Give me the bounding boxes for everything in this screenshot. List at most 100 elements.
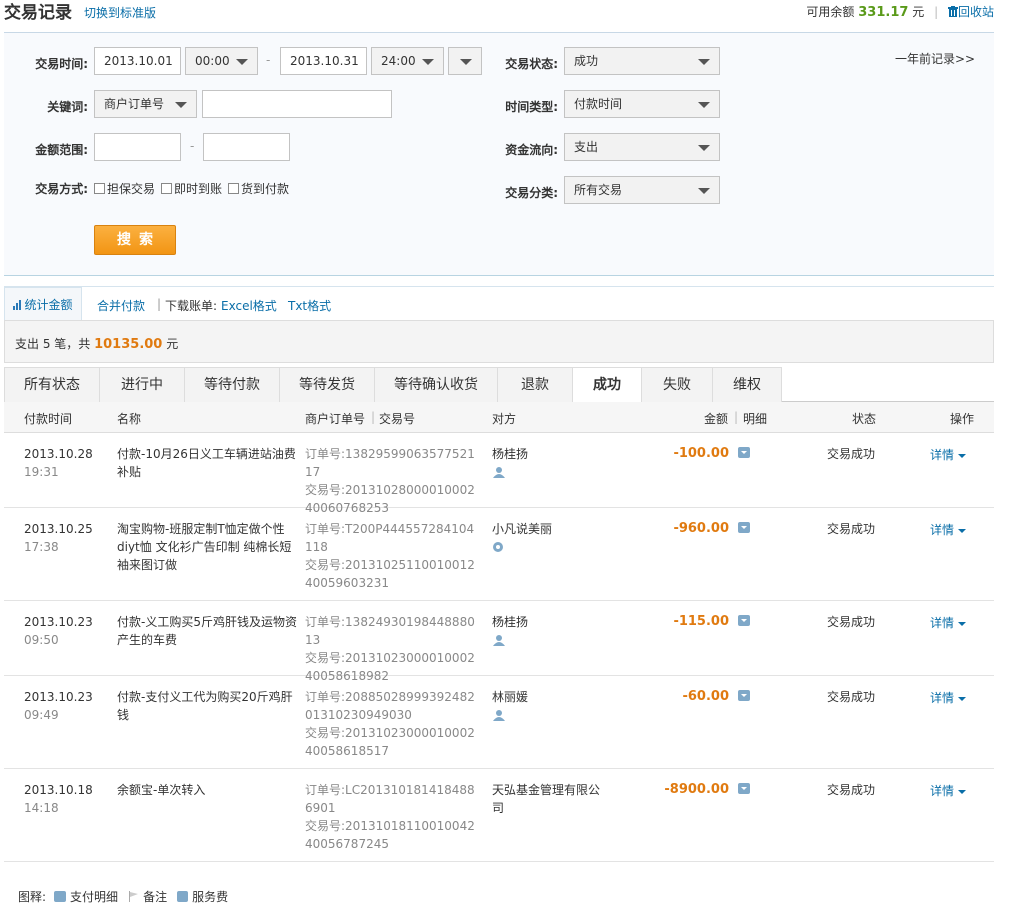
row-order-info: 订单号:T200P444557284104118 交易号:201310251100… bbox=[305, 520, 481, 592]
method-cod-label: 货到付款 bbox=[241, 182, 290, 196]
method-instant-checkbox[interactable]: 即时到账 bbox=[161, 180, 222, 197]
trade-time-label: 交易时间: bbox=[35, 57, 88, 71]
history-records-link[interactable]: 一年前记录>> bbox=[895, 50, 975, 67]
row-order-no: 订单号:LC2013101814184886901 bbox=[305, 783, 475, 815]
row-order-no: 订单号:2088502899939248201310230949030 bbox=[305, 690, 475, 722]
payment-detail-icon[interactable] bbox=[738, 690, 750, 701]
payment-detail-icon[interactable] bbox=[738, 447, 750, 458]
chevron-down-icon bbox=[236, 59, 248, 65]
row-date: 2013.10.18 14:18 bbox=[24, 781, 93, 817]
row-status: 交易成功 bbox=[827, 447, 876, 461]
row-amount: -8900.00 bbox=[664, 782, 729, 797]
row-detail-menu[interactable]: 详情 bbox=[930, 446, 966, 464]
tab-waiting-shipment[interactable]: 等待发货 bbox=[279, 367, 375, 402]
legend-detail-label: 支付明细 bbox=[70, 890, 119, 904]
start-time-select[interactable]: 00:00 bbox=[185, 47, 258, 75]
trade-category-select[interactable]: 所有交易 bbox=[564, 176, 720, 204]
tab-success[interactable]: 成功 bbox=[572, 367, 642, 403]
row-date: 2013.10.23 09:49 bbox=[24, 688, 93, 724]
tab-waiting-receipt[interactable]: 等待确认收货 bbox=[374, 367, 498, 402]
summary-prefix: 支出 5 笔，共 bbox=[15, 337, 91, 351]
amount-range-dash: - bbox=[190, 139, 195, 153]
payment-detail-icon[interactable] bbox=[738, 783, 750, 794]
fund-flow-select[interactable]: 支出 bbox=[564, 133, 720, 161]
keyword-input[interactable] bbox=[202, 90, 392, 118]
col-operation: 操作 bbox=[950, 412, 975, 426]
payment-detail-icon[interactable] bbox=[738, 615, 750, 626]
end-time-select[interactable]: 24:00 bbox=[371, 47, 444, 75]
recycle-bin-link[interactable]: 回收站 bbox=[947, 3, 994, 20]
row-detail-menu[interactable]: 详情 bbox=[930, 689, 966, 707]
table-row: 2013.10.18 14:18 余额宝-单次转入 订单号:LC201310181… bbox=[4, 769, 994, 862]
row-party-name: 杨桂扬 bbox=[492, 615, 529, 629]
row-party: 杨桂扬 bbox=[492, 445, 607, 478]
row-date: 2013.10.23 09:50 bbox=[24, 613, 93, 649]
chevron-down-icon bbox=[422, 59, 434, 65]
checkbox-box bbox=[161, 183, 172, 194]
row-name: 付款-义工购买5斤鸡肝钱及运物资产生的车费 bbox=[117, 615, 297, 647]
row-status: 交易成功 bbox=[827, 615, 876, 629]
amount-min-input[interactable] bbox=[94, 133, 181, 161]
trade-status-select[interactable]: 成功 bbox=[564, 47, 720, 75]
col-status: 状态 bbox=[852, 412, 877, 426]
merge-pay-link[interactable]: 合并付款 bbox=[97, 297, 145, 314]
table-row: 2013.10.25 17:38 淘宝购物-班服定制T恤定做个性diyt恤 文化衫… bbox=[4, 508, 994, 601]
col-party: 对方 bbox=[492, 412, 517, 426]
row-amount: -100.00 bbox=[673, 446, 729, 461]
col-amount: 金额 bbox=[704, 412, 729, 426]
amount-max-input[interactable] bbox=[203, 133, 290, 161]
payment-detail-icon[interactable] bbox=[738, 522, 750, 533]
row-detail-menu[interactable]: 详情 bbox=[930, 614, 966, 632]
row-amount: -115.00 bbox=[673, 614, 729, 629]
row-date-time: 09:49 bbox=[24, 708, 59, 722]
trade-category-label: 交易分类: bbox=[505, 186, 558, 200]
download-txt-link[interactable]: Txt格式 bbox=[288, 297, 331, 314]
row-party: 杨桂扬 bbox=[492, 613, 607, 646]
row-status: 交易成功 bbox=[827, 690, 876, 704]
tab-all[interactable]: 所有状态 bbox=[4, 367, 100, 402]
date-range-dash: - bbox=[266, 53, 271, 67]
download-excel-link[interactable]: Excel格式 bbox=[221, 297, 277, 314]
end-date-input[interactable]: 2013.10.31 bbox=[280, 47, 367, 75]
balance-value: 331.17 bbox=[858, 5, 909, 20]
switch-standard-link[interactable]: 切换到标准版 bbox=[84, 4, 156, 21]
col-pay-time: 付款时间 bbox=[24, 412, 73, 426]
row-date: 2013.10.25 17:38 bbox=[24, 520, 93, 556]
chevron-down-icon bbox=[698, 102, 710, 108]
row-date-time: 09:50 bbox=[24, 633, 59, 647]
date-preset-dropdown[interactable] bbox=[448, 47, 482, 75]
method-escrow-label: 担保交易 bbox=[107, 182, 156, 196]
row-party-name: 小凡说美丽 bbox=[492, 522, 553, 536]
time-type-select[interactable]: 付款时间 bbox=[564, 90, 720, 118]
method-escrow-checkbox[interactable]: 担保交易 bbox=[94, 180, 155, 197]
chevron-down-icon bbox=[698, 188, 710, 194]
summary-bar: 支出 5 笔，共 10135.00 元 bbox=[4, 320, 994, 363]
stat-amount-label: 统计金额 bbox=[24, 298, 73, 312]
stat-amount-button[interactable]: 统计金额 bbox=[4, 287, 82, 321]
download-label: 下载账单: bbox=[165, 299, 218, 313]
search-button[interactable]: 搜索 bbox=[94, 225, 176, 255]
row-order-no: 订单号:T200P444557284104118 bbox=[305, 522, 475, 554]
table-header: 付款时间 名称 商户订单号 | 交易号 对方 金额 | 明细 状态 操作 bbox=[4, 402, 994, 433]
tab-in-progress[interactable]: 进行中 bbox=[99, 367, 185, 402]
fund-flow-label: 资金流向: bbox=[505, 143, 558, 157]
method-cod-checkbox[interactable]: 货到付款 bbox=[228, 180, 289, 197]
tab-waiting-payment[interactable]: 等待付款 bbox=[184, 367, 280, 402]
tab-dispute[interactable]: 维权 bbox=[712, 367, 782, 402]
col-divider: | bbox=[371, 410, 376, 424]
tab-refund[interactable]: 退款 bbox=[497, 367, 573, 402]
chevron-down-icon bbox=[175, 102, 187, 108]
tab-failed[interactable]: 失败 bbox=[641, 367, 713, 402]
top-bar: 交易记录 切换到标准版 可用余额 331.17 元 | 回收站 bbox=[0, 0, 1018, 24]
start-date-input[interactable]: 2013.10.01 bbox=[94, 47, 181, 75]
checkbox-box bbox=[228, 183, 239, 194]
keyword-label: 关键词: bbox=[47, 100, 88, 114]
col-divider: | bbox=[734, 410, 739, 424]
row-party: 小凡说美丽 bbox=[492, 520, 607, 553]
time-type-value: 付款时间 bbox=[574, 97, 623, 111]
keyword-type-select[interactable]: 商户订单号 bbox=[94, 90, 197, 118]
row-detail-menu[interactable]: 详情 bbox=[930, 782, 966, 800]
row-detail-menu[interactable]: 详情 bbox=[930, 521, 966, 539]
row-date-day: 2013.10.23 bbox=[24, 615, 93, 629]
col-trade-no: 交易号 bbox=[379, 412, 416, 426]
